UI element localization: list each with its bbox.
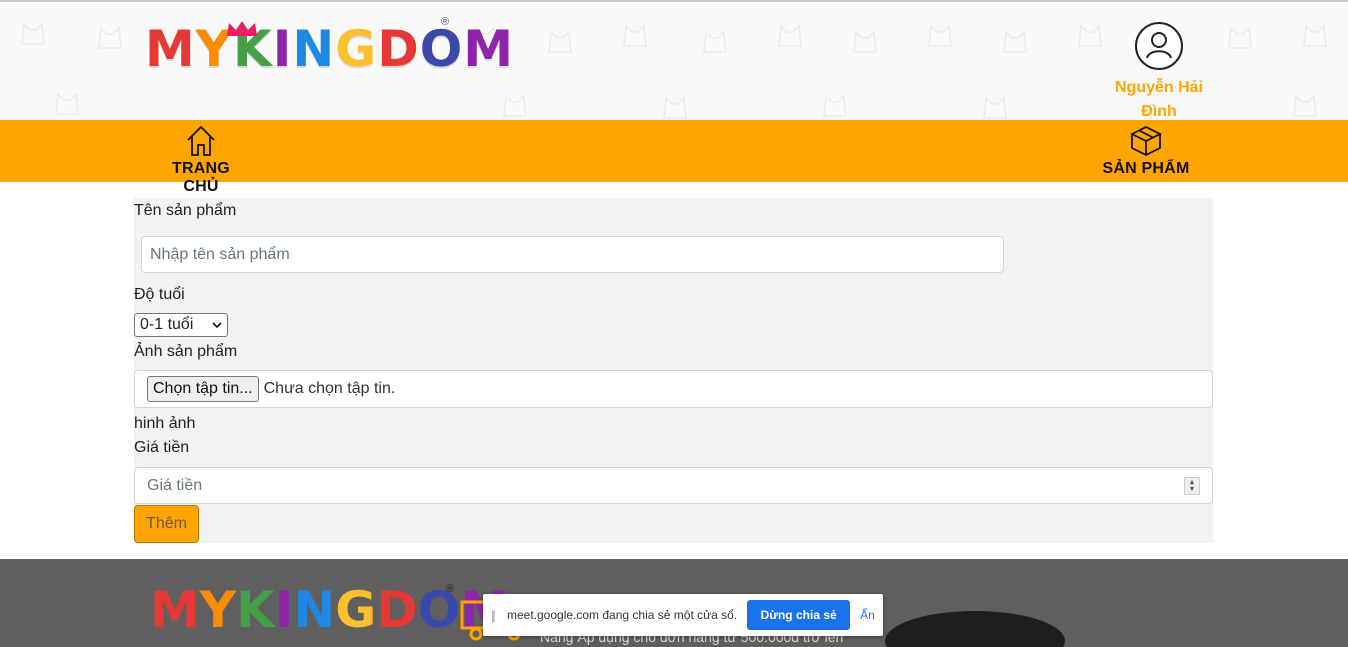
age-label: Độ tuổi bbox=[134, 286, 185, 303]
site-header: MYKINGDOM ® Nguyễn Hải Đình bbox=[0, 2, 1348, 120]
cat-pattern-icon bbox=[55, 92, 79, 115]
footer-logo[interactable]: MYKINGDOM bbox=[150, 579, 510, 641]
main-navbar: TRANG CHỦ SẢN PHẨM bbox=[0, 120, 1348, 195]
box-icon bbox=[1129, 125, 1163, 157]
add-product-form: Tên sản phẩm Độ tuổi 0-1 tuổi Ảnh sản ph… bbox=[134, 198, 1213, 543]
user-icon[interactable] bbox=[1135, 22, 1183, 70]
nav-home[interactable]: TRANG CHỦ bbox=[155, 124, 247, 196]
number-spinner-icon[interactable]: ▲ ▼ bbox=[1184, 476, 1200, 495]
cat-pattern-icon bbox=[853, 30, 877, 53]
nav-products[interactable]: SẢN PHẨM bbox=[1102, 124, 1190, 178]
nav-products-label: SẢN PHẨM bbox=[1102, 160, 1190, 177]
footer-decoration bbox=[885, 611, 1065, 647]
user-name[interactable]: Nguyễn Hải Đình bbox=[1108, 76, 1210, 120]
drag-handle-icon[interactable]: || bbox=[491, 608, 499, 623]
cat-pattern-icon bbox=[1303, 24, 1327, 47]
crown-icon bbox=[227, 21, 257, 36]
chevron-down-icon bbox=[212, 321, 222, 328]
nav-home-label: TRANG CHỦ bbox=[172, 160, 230, 195]
cat-pattern-icon bbox=[1003, 30, 1027, 53]
share-message: meet.google.com đang chia sẻ một cửa sổ. bbox=[507, 608, 738, 622]
cat-pattern-icon bbox=[623, 24, 647, 47]
cat-pattern-icon bbox=[1078, 24, 1102, 47]
user-profile[interactable]: Nguyễn Hải Đình bbox=[1108, 22, 1210, 120]
product-image-label: Ảnh sản phẩm bbox=[134, 343, 238, 360]
cat-pattern-icon bbox=[703, 30, 727, 53]
cat-pattern-icon bbox=[1293, 94, 1317, 117]
footer-registered-mark: ® bbox=[446, 583, 455, 595]
add-product-button[interactable]: Thêm bbox=[134, 505, 199, 543]
price-label: Giá tiền bbox=[134, 439, 190, 456]
registered-mark: ® bbox=[441, 16, 450, 28]
price-field[interactable]: ▲▼ bbox=[134, 467, 1213, 504]
screen-share-bar: || meet.google.com đang chia sẻ một cửa … bbox=[483, 594, 883, 636]
age-select[interactable]: 0-1 tuổi bbox=[134, 313, 228, 337]
product-name-label: Tên sản phẩm bbox=[134, 202, 237, 219]
cat-pattern-icon bbox=[778, 24, 802, 47]
cat-pattern-icon bbox=[548, 30, 572, 53]
cat-pattern-icon bbox=[503, 94, 527, 117]
file-status-text: Chưa chọn tập tin. bbox=[263, 380, 396, 397]
price-input[interactable] bbox=[147, 476, 1184, 495]
hide-button[interactable]: Ẩn bbox=[860, 608, 875, 622]
choose-file-button[interactable]: Chọn tập tin... bbox=[147, 376, 259, 402]
cat-pattern-icon bbox=[21, 22, 45, 45]
cat-pattern-icon bbox=[983, 96, 1007, 119]
cat-pattern-icon bbox=[1228, 26, 1252, 49]
home-icon bbox=[187, 125, 215, 156]
cat-pattern-icon bbox=[928, 24, 952, 47]
stop-sharing-button[interactable]: Dừng chia sẻ bbox=[747, 600, 851, 630]
image-preview-alt: hinh ảnh bbox=[134, 415, 196, 432]
age-select-value: 0-1 tuổi bbox=[140, 316, 194, 333]
cat-pattern-icon bbox=[98, 26, 122, 49]
product-name-input[interactable] bbox=[141, 236, 1004, 273]
image-file-input[interactable]: Chọn tập tin... Chưa chọn tập tin. bbox=[134, 370, 1213, 408]
cat-pattern-icon bbox=[663, 96, 687, 119]
brand-logo[interactable]: MYKINGDOM bbox=[145, 18, 514, 80]
cat-pattern-icon bbox=[823, 94, 847, 117]
